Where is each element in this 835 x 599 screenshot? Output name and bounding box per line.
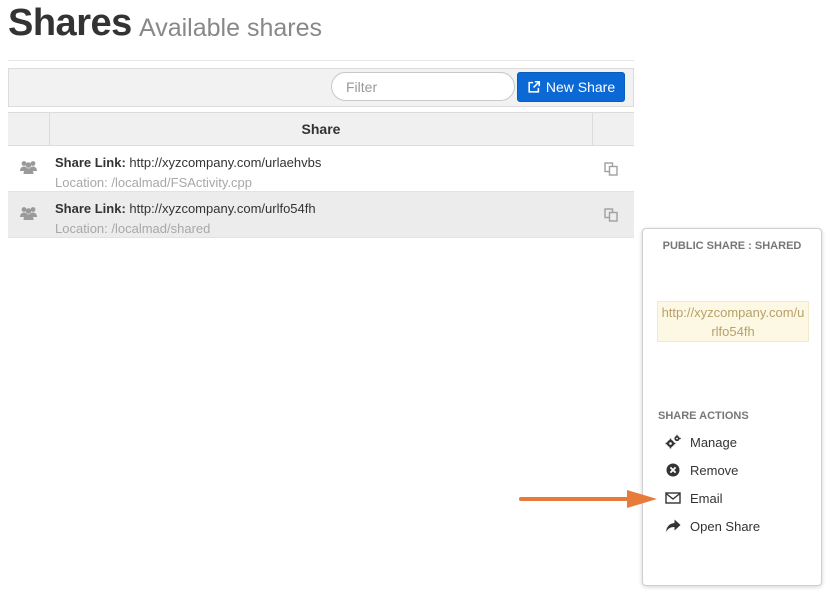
users-icon [20,161,37,174]
share-link-text: Share Link: http://xyzcompany.com/urlaeh… [55,155,321,170]
table-row[interactable]: Share Link: http://xyzcompany.com/urlaeh… [8,146,634,192]
email-label: Email [690,490,723,506]
table-header-action-column [592,113,634,145]
toolbar: New Share [8,68,634,107]
envelope-icon [665,492,681,504]
share-url-box[interactable]: http://xyzcompany.com/urlfo54fh [657,301,809,342]
share-link-text: Share Link: http://xyzcompany.com/urlfo5… [55,201,316,216]
share-arrow-icon [666,519,681,532]
new-share-label: New Share [545,79,616,95]
remove-action[interactable]: Remove [665,459,738,481]
annotation-arrow [519,490,657,508]
share-details-panel: PUBLIC SHARE : SHARED http://xyzcompany.… [642,228,822,586]
share-location: Location: /localmad/shared [55,221,211,236]
table-header-icon-column [8,113,50,145]
remove-circle-icon [666,463,680,477]
table-header: Share [8,112,634,146]
email-action[interactable]: Email [665,487,723,509]
table-row[interactable]: Share Link: http://xyzcompany.com/urlfo5… [8,192,634,238]
remove-label: Remove [690,462,739,478]
shares-table: Share Share Link: http://xyzcompany.com/… [8,112,634,238]
panel-title: PUBLIC SHARE : SHARED [662,240,802,252]
share-link-url[interactable]: http://xyzcompany.com/urlaehvbs [129,155,321,170]
open-share-label: Open Share [690,518,761,534]
page-subtitle: Available shares [139,14,322,42]
open-share-action[interactable]: Open Share [665,515,760,537]
gears-icon [665,434,681,449]
share-link-label: Share Link: [55,201,126,216]
manage-action[interactable]: Manage [665,431,737,453]
manage-label: Manage [690,434,737,450]
share-actions-heading: SHARE ACTIONS [658,410,749,422]
copy-icon[interactable] [604,208,618,222]
external-link-icon [528,80,540,93]
copy-icon[interactable] [604,162,618,176]
share-location: Location: /localmad/FSActivity.cpp [55,175,253,190]
page-header: Shares Available shares [8,0,634,61]
users-icon [20,207,37,220]
column-header-share: Share [301,121,341,137]
page-title: Shares [8,2,132,44]
new-share-button[interactable]: New Share [517,72,625,102]
filter-input[interactable] [331,72,515,101]
share-link-label: Share Link: [55,155,126,170]
share-link-url[interactable]: http://xyzcompany.com/urlfo54fh [129,201,315,216]
